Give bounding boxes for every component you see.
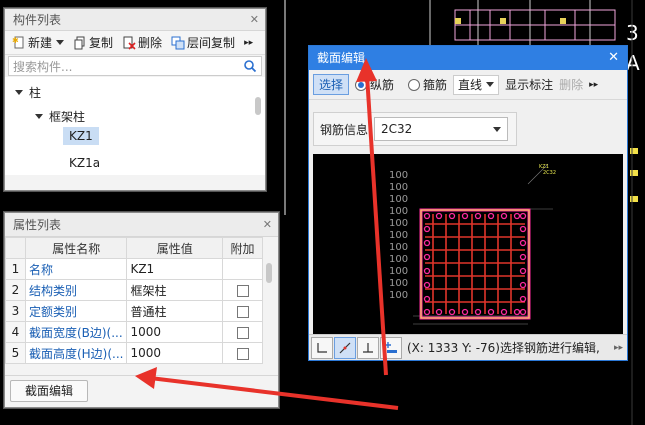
svg-text:100: 100 [389,218,408,229]
show-labels-button[interactable]: 显示标注 [505,76,553,93]
component-list-title: 构件列表 [13,13,62,27]
extra-checkbox[interactable] [236,347,249,360]
more-icon[interactable]: ▸▸ [241,38,256,48]
close-icon[interactable]: ✕ [263,213,272,237]
table-header-row: 属性名称 属性值 附加 [5,237,263,259]
extra-checkbox[interactable] [236,305,249,318]
svg-text:100: 100 [389,206,408,217]
tree-scrollbar[interactable] [255,97,261,115]
expand-icon[interactable] [15,90,23,95]
panel-title: 构件列表 ✕ [5,9,265,31]
col-header-value: 属性值 [126,237,224,259]
col-header-name: 属性名称 [24,237,128,259]
svg-text:100: 100 [389,170,408,181]
delete-button[interactable]: 删除 [119,34,165,51]
radio-stirrup[interactable]: 箍筋 [408,76,447,93]
new-doc-icon: ✱ [12,36,24,48]
extra-checkbox[interactable] [236,284,249,297]
dialog-title: 截面编辑 [317,51,366,65]
select-button[interactable]: 选择 [313,74,350,95]
chevron-down-icon [486,82,495,87]
dialog-toolbar: 选择 纵筋 箍筋 直线 显示标注 删除 ▸▸ [309,70,627,100]
property-name: 截面高度(H边)(... [24,342,128,364]
tree-item-kz1a[interactable]: KZ1a [69,156,100,170]
svg-text:✱: ✱ [12,36,19,45]
chevron-down-icon [56,40,65,45]
more-icon[interactable]: ▸▸ [589,80,598,90]
property-table-wrap: 属性名称 属性值 附加 1 名称 KZ1 2 结构类别 框架柱 3 定额类别 普… [5,237,263,364]
svg-text:100: 100 [389,182,408,193]
status-text: (X: 1333 Y: -76)选择钢筋进行编辑, [407,341,600,355]
expand-icon[interactable] [35,114,43,119]
close-icon[interactable]: ✕ [608,46,619,70]
tree-item-kz1[interactable]: KZ1 [63,127,99,145]
table-row[interactable]: 5 截面高度(H边)(... 1000 [5,342,263,364]
property-name: 定额类别 [24,300,128,322]
property-name: 截面宽度(B边)(... [24,321,128,343]
property-list-panel: 属性列表 ✕ 属性名称 属性值 附加 1 名称 KZ1 2 结构类别 框架柱 3… [4,212,279,408]
status-scroll-icon[interactable]: ▸▸ [614,343,623,353]
property-name: 名称 [24,258,128,280]
radio-checked-icon[interactable] [355,78,368,91]
svg-text:100: 100 [389,290,408,301]
property-value[interactable]: 框架柱 [126,279,224,301]
search-icon[interactable] [243,59,257,73]
add-point-icon[interactable] [380,336,402,359]
tree-node-column[interactable]: 柱 [15,84,41,101]
copy-icon [74,36,85,49]
property-list-title: 属性列表 [13,218,62,232]
component-list-panel: 构件列表 ✕ ✱ 新建 复制 删除 层间复制 ▸▸ 搜索构件... 柱 框架柱 … [4,8,266,191]
rebar-info-select[interactable]: 2C32 [374,117,509,141]
floor-copy-button[interactable]: 层间复制 [168,34,238,51]
rebar-info-label: 钢筋信息 [320,122,369,137]
radio-unchecked-icon[interactable] [408,78,421,91]
svg-text:A: A [626,51,640,75]
chevron-down-icon [493,126,502,132]
delete-icon [123,36,136,50]
svg-text:100: 100 [389,242,408,253]
table-row[interactable]: 2 结构类别 框架柱 [5,279,263,301]
svg-text:100: 100 [389,194,408,205]
section-edit-dialog: 截面编辑 ✕ 选择 纵筋 箍筋 直线 显示标注 删除 ▸▸ 钢筋信息 2C32 … [308,45,628,361]
property-value[interactable]: 普通柱 [126,300,224,322]
component-search-input[interactable]: 搜索构件... [8,56,262,76]
panel-title: 属性列表 ✕ [5,213,278,237]
new-button[interactable]: ✱ 新建 [9,34,67,51]
col-header-extra: 附加 [222,237,263,259]
property-value[interactable]: 1000 [126,321,224,343]
component-tree: 柱 框架柱 KZ1 KZ1a [5,77,265,175]
property-value[interactable]: KZ1 [126,258,224,280]
table-row[interactable]: 4 截面宽度(B边)(... 1000 [5,321,263,343]
section-canvas[interactable]: 100100100 100100100 100100100 100100 KZ1… [313,154,623,334]
property-scrollbar[interactable] [266,263,272,283]
snap-line-icon[interactable] [334,336,356,359]
component-toolbar: ✱ 新建 复制 删除 层间复制 ▸▸ [5,31,265,55]
table-row[interactable]: 3 定额类别 普通柱 [5,300,263,322]
copy-button[interactable]: 复制 [70,34,116,51]
radio-longitudinal[interactable]: 纵筋 [355,76,394,93]
property-name: 结构类别 [24,279,128,301]
property-value[interactable]: 1000 [126,342,224,364]
svg-text:100: 100 [389,266,408,277]
table-row[interactable]: 1 名称 KZ1 [5,258,263,280]
close-icon[interactable]: ✕ [250,9,259,31]
floor-copy-icon [171,36,185,49]
svg-text:100: 100 [389,278,408,289]
property-table: 属性名称 属性值 附加 1 名称 KZ1 2 结构类别 框架柱 3 定额类别 普… [5,237,263,364]
svg-text:100: 100 [389,254,408,265]
rebar-info-row: 钢筋信息 2C32 [313,112,517,146]
perpendicular-icon[interactable] [357,336,379,359]
tree-node-frame-column[interactable]: 框架柱 [35,108,85,125]
svg-text:2C32: 2C32 [543,170,556,176]
section-edit-button[interactable]: 截面编辑 [10,380,88,402]
line-mode-select[interactable]: 直线 [453,74,500,95]
svg-text:100: 100 [389,230,408,241]
dialog-title-bar: 截面编辑 ✕ [309,46,627,70]
dialog-bottom-bar: (X: 1333 Y: -76)选择钢筋进行编辑, ▸▸ [309,334,627,360]
extra-checkbox[interactable] [236,326,249,339]
orthogonal-icon[interactable] [311,336,333,359]
delete-button[interactable]: 删除 [559,76,583,93]
